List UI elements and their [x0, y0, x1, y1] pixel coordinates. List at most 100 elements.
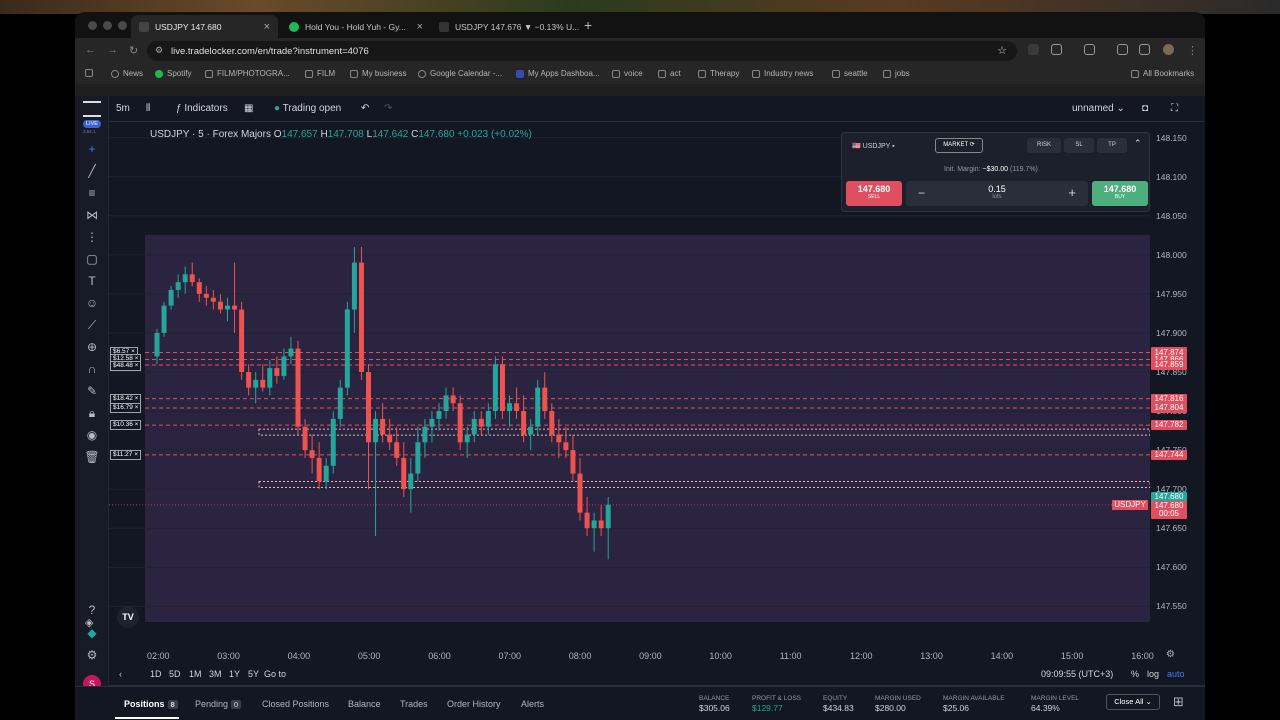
new-tab-button[interactable]: +: [584, 17, 592, 33]
range-1d[interactable]: 1D: [150, 669, 162, 679]
order-pnl-label[interactable]: $16.79 ×: [110, 402, 142, 413]
zoom-window-icon[interactable]: [118, 21, 127, 30]
trash-icon[interactable]: 🗑︎: [83, 448, 101, 466]
tab-search-icon[interactable]: [1139, 44, 1150, 55]
bookmark-calendar[interactable]: Google Calendar -...: [418, 69, 502, 78]
close-window-icon[interactable]: [88, 21, 97, 30]
url-field[interactable]: ⚙ live.tradelocker.com/en/trade?instrume…: [147, 41, 1017, 61]
scroll-left-icon[interactable]: ‹: [119, 669, 122, 679]
chart-type-candles-icon[interactable]: ⫴: [146, 103, 150, 114]
bookmark-apps-dashboard[interactable]: My Apps Dashboa...: [516, 69, 600, 78]
range-3m[interactable]: 3M: [209, 669, 222, 679]
browser-tab-usdjpy[interactable]: USDJPY 147.680 ×: [131, 15, 278, 38]
bookmark-folder-film[interactable]: FILM: [305, 69, 335, 78]
tab-balance[interactable]: Balance: [348, 699, 381, 709]
layout-name-dropdown[interactable]: unnamed ⌄: [1072, 103, 1125, 114]
bookmark-star-icon[interactable]: ☆: [997, 44, 1007, 57]
fib-lines-icon[interactable]: ≡: [83, 184, 101, 202]
trendline-icon[interactable]: ╱: [83, 162, 101, 180]
pattern-icon[interactable]: ⋈: [83, 206, 101, 224]
lock-icon[interactable]: 🔒︎: [83, 404, 101, 422]
range-5d[interactable]: 5D: [169, 669, 181, 679]
channel-icon[interactable]: ⋮: [83, 228, 101, 246]
lots-value[interactable]: 0.15: [906, 184, 1088, 194]
bookmark-folder-film-photo[interactable]: FILM/PHOTOGRA...: [205, 69, 290, 78]
close-tab-icon[interactable]: ×: [264, 21, 270, 33]
lots-stepper[interactable]: − 0.15 lots +: [906, 181, 1088, 206]
range-5y[interactable]: 5Y: [248, 669, 259, 679]
bookmark-news[interactable]: News: [111, 69, 143, 78]
fullscreen-icon[interactable]: ⛶: [1171, 103, 1178, 114]
go-to-date-button[interactable]: Go to: [264, 669, 286, 679]
axis-settings-icon[interactable]: ⚙: [1166, 649, 1175, 660]
tab-order-history[interactable]: Order History: [447, 699, 501, 709]
bookmark-spotify[interactable]: Spotify: [155, 69, 191, 78]
undo-icon[interactable]: ↶: [361, 103, 369, 114]
ruler-icon[interactable]: ⟋: [83, 316, 101, 334]
sell-button[interactable]: 147.680 SELL: [846, 181, 902, 206]
bookmark-folder-therapy[interactable]: Therapy: [698, 69, 739, 78]
all-bookmarks-button[interactable]: All Bookmarks: [1131, 69, 1194, 78]
browser-tab-tradingview[interactable]: USDJPY 147.676 ▼ −0.13% U... ×: [431, 15, 581, 38]
media-control-icon[interactable]: [1084, 44, 1095, 55]
tab-trades[interactable]: Trades: [400, 699, 428, 709]
stop-loss-button[interactable]: SL: [1064, 138, 1094, 153]
order-type-button[interactable]: MARKET ⟳: [935, 138, 983, 153]
bookmark-folder-voice[interactable]: voice: [612, 69, 643, 78]
tab-closed-positions[interactable]: Closed Positions: [262, 699, 329, 709]
layouts-grid-icon[interactable]: ▦: [244, 103, 253, 114]
layers-icon[interactable]: ◈: [85, 616, 101, 632]
log-scale-toggle[interactable]: log: [1147, 669, 1159, 679]
tab-alerts[interactable]: Alerts: [521, 699, 544, 709]
bookmark-folder-seattle[interactable]: seattle: [832, 69, 868, 78]
auto-scale-toggle[interactable]: auto: [1167, 669, 1185, 679]
tab-positions[interactable]: Positions 8: [124, 699, 178, 709]
clock-timezone[interactable]: 09:09:55 (UTC+3): [1041, 669, 1113, 679]
tab-pending[interactable]: Pending 0: [195, 699, 242, 709]
bookmark-folder-industry-news[interactable]: Industry news: [752, 69, 813, 78]
percent-scale-toggle[interactable]: %: [1131, 669, 1139, 679]
range-1y[interactable]: 1Y: [229, 669, 240, 679]
magnet-icon[interactable]: ∩: [83, 360, 101, 378]
browser-menu-icon[interactable]: ⋮: [1187, 44, 1198, 57]
timeframe-selector[interactable]: 5m: [116, 103, 130, 114]
back-arrow-icon[interactable]: ←: [85, 44, 96, 56]
order-pnl-label[interactable]: $48.48 ×: [110, 360, 142, 371]
price-axis[interactable]: 148.150 148.100 148.050 148.000 147.950 147.9…: [1112, 122, 1205, 646]
time-axis[interactable]: ⚙ 02:00 03:00 04:00 05:00 06:00 07:00 08:00 09:…: [109, 646, 1205, 664]
crosshair-icon[interactable]: +: [83, 140, 101, 158]
forward-arrow-icon[interactable]: →: [107, 44, 118, 56]
panel-layout-icon[interactable]: ⊞: [1173, 694, 1184, 710]
trading-status-button[interactable]: ● Trading open: [274, 103, 341, 114]
range-1m[interactable]: 1M: [189, 669, 202, 679]
emoji-icon[interactable]: ☺: [83, 294, 101, 312]
bookmark-folder-jobs[interactable]: jobs: [883, 69, 910, 78]
bookmark-folder-business[interactable]: My business: [350, 69, 406, 78]
minimize-window-icon[interactable]: [103, 21, 112, 30]
screenshot-camera-icon[interactable]: ◘: [1142, 103, 1148, 114]
sidepanel-icon[interactable]: [1117, 44, 1128, 55]
indicators-button[interactable]: ƒ Indicators: [176, 103, 228, 114]
zoom-in-icon[interactable]: ⊕: [83, 338, 101, 356]
rectangle-icon[interactable]: ▢: [83, 250, 101, 268]
extension-icon[interactable]: [1028, 44, 1039, 55]
redo-icon[interactable]: ↷: [384, 103, 392, 114]
draw-lock-icon[interactable]: ✎: [83, 382, 101, 400]
trade-symbol[interactable]: 🇺🇸︎ USDJPY ▪: [852, 142, 895, 150]
decrease-lots-button[interactable]: −: [918, 186, 925, 200]
window-controls[interactable]: [88, 21, 127, 30]
bookmark-folder-act[interactable]: act: [658, 69, 681, 78]
reload-icon[interactable]: ↻: [129, 44, 138, 57]
take-profit-button[interactable]: TP: [1097, 138, 1127, 153]
extensions-puzzle-icon[interactable]: [1051, 44, 1062, 55]
increase-lots-button[interactable]: +: [1068, 185, 1076, 200]
close-tab-icon[interactable]: ×: [417, 21, 423, 33]
buy-button[interactable]: 147.680 BUY: [1092, 181, 1148, 206]
order-pnl-label[interactable]: $10.36 ×: [110, 420, 142, 431]
risk-button[interactable]: RISK: [1027, 138, 1061, 153]
settings-gear-icon[interactable]: ⚙: [83, 646, 101, 664]
close-all-dropdown[interactable]: Close All ⌄: [1106, 694, 1160, 710]
profile-avatar[interactable]: [1163, 44, 1174, 55]
eye-icon[interactable]: ◉: [83, 426, 101, 444]
text-tool-icon[interactable]: T: [83, 272, 101, 290]
